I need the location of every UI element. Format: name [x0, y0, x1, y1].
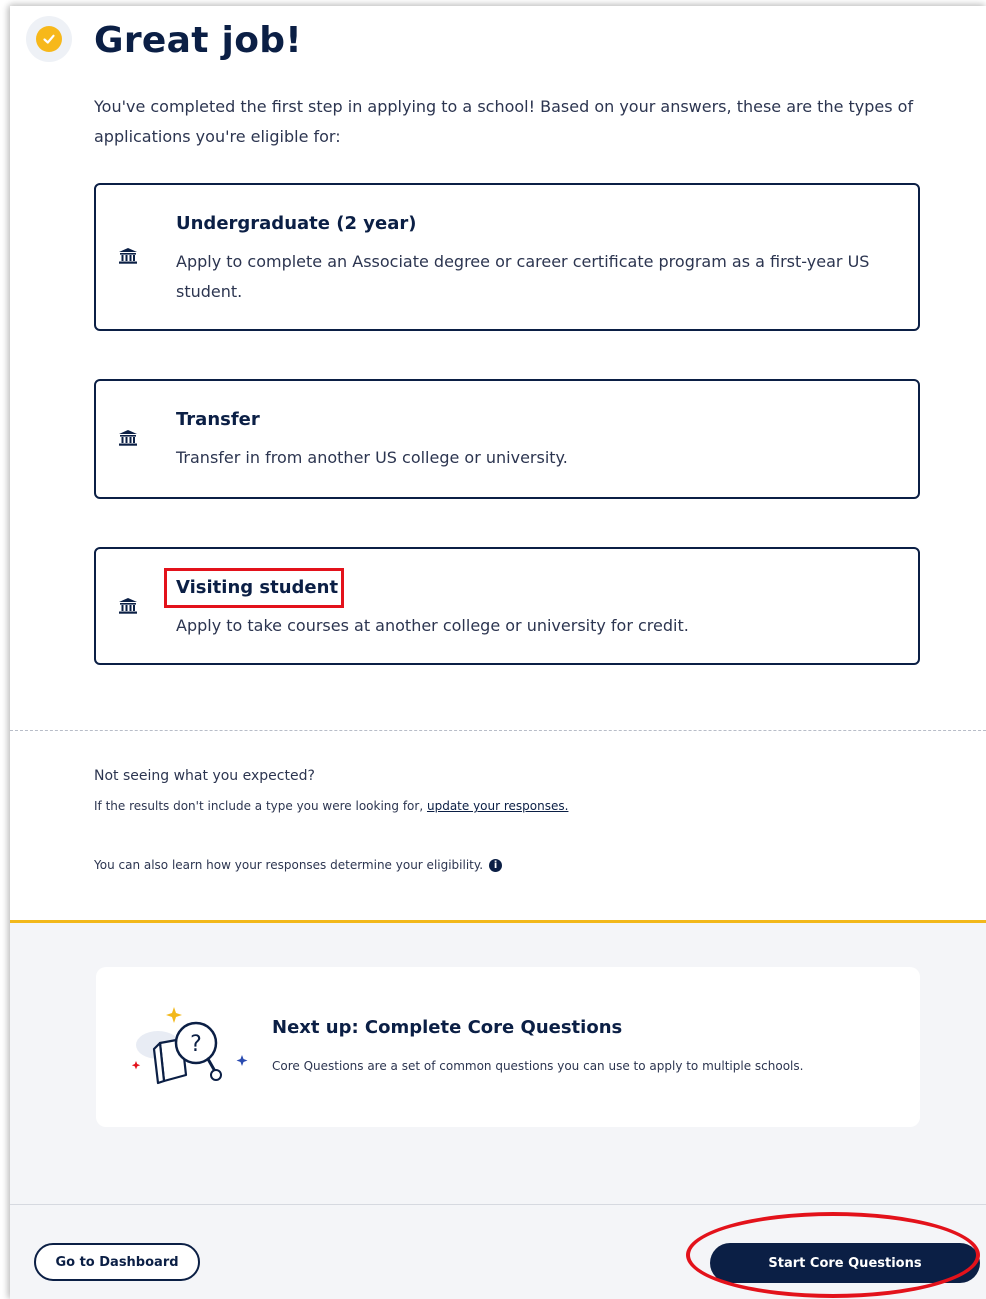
card-title: Visiting student [176, 577, 339, 598]
building-columns-icon [118, 597, 138, 615]
intro-text: You've completed the first step in apply… [94, 97, 914, 146]
eligibility-page: Great job! You've completed the first st… [10, 6, 986, 1299]
info-icon[interactable]: i [489, 858, 503, 872]
update-responses-link[interactable]: update your responses. [427, 799, 568, 813]
learn-eligibility-text: You can also learn how your responses de… [94, 858, 484, 872]
dashed-divider [10, 730, 986, 731]
success-badge [26, 16, 72, 62]
help-question: Not seeing what you expected? [94, 768, 315, 784]
card-title: Transfer [176, 409, 260, 430]
help-learn-text: You can also learn how your responses de… [94, 858, 503, 872]
help-results-text: If the results don't include a type you … [94, 799, 568, 813]
go-to-dashboard-button[interactable]: Go to Dashboard [34, 1243, 200, 1281]
start-core-questions-button[interactable]: Start Core Questions [710, 1243, 980, 1283]
question-document-illustration-icon: ? [131, 1007, 248, 1085]
checkmark-icon [36, 26, 62, 52]
card-description: Transfer in from another US college or u… [176, 448, 568, 467]
building-columns-icon [118, 247, 138, 265]
application-type-card-transfer[interactable]: Transfer Transfer in from another US col… [94, 379, 920, 499]
next-up-description: Core Questions are a set of common quest… [272, 1059, 804, 1073]
building-columns-icon [118, 429, 138, 447]
card-title: Undergraduate (2 year) [176, 213, 417, 234]
card-description: Apply to complete an Associate degree or… [176, 252, 870, 301]
svg-text:?: ? [190, 1032, 202, 1057]
application-type-card-visiting-student[interactable]: Visiting student Apply to take courses a… [94, 547, 920, 665]
next-steps-section: ? Next up: Complete Core Questions Core … [10, 920, 986, 1299]
next-up-title: Next up: Complete Core Questions [272, 1017, 623, 1038]
next-up-card: ? Next up: Complete Core Questions Core … [96, 967, 920, 1127]
card-description: Apply to take courses at another college… [176, 616, 689, 635]
application-type-card-undergraduate[interactable]: Undergraduate (2 year) Apply to complete… [94, 183, 920, 331]
page-title: Great job! [94, 20, 303, 61]
help-results-prefix: If the results don't include a type you … [94, 799, 424, 813]
footer-divider [10, 1204, 986, 1205]
